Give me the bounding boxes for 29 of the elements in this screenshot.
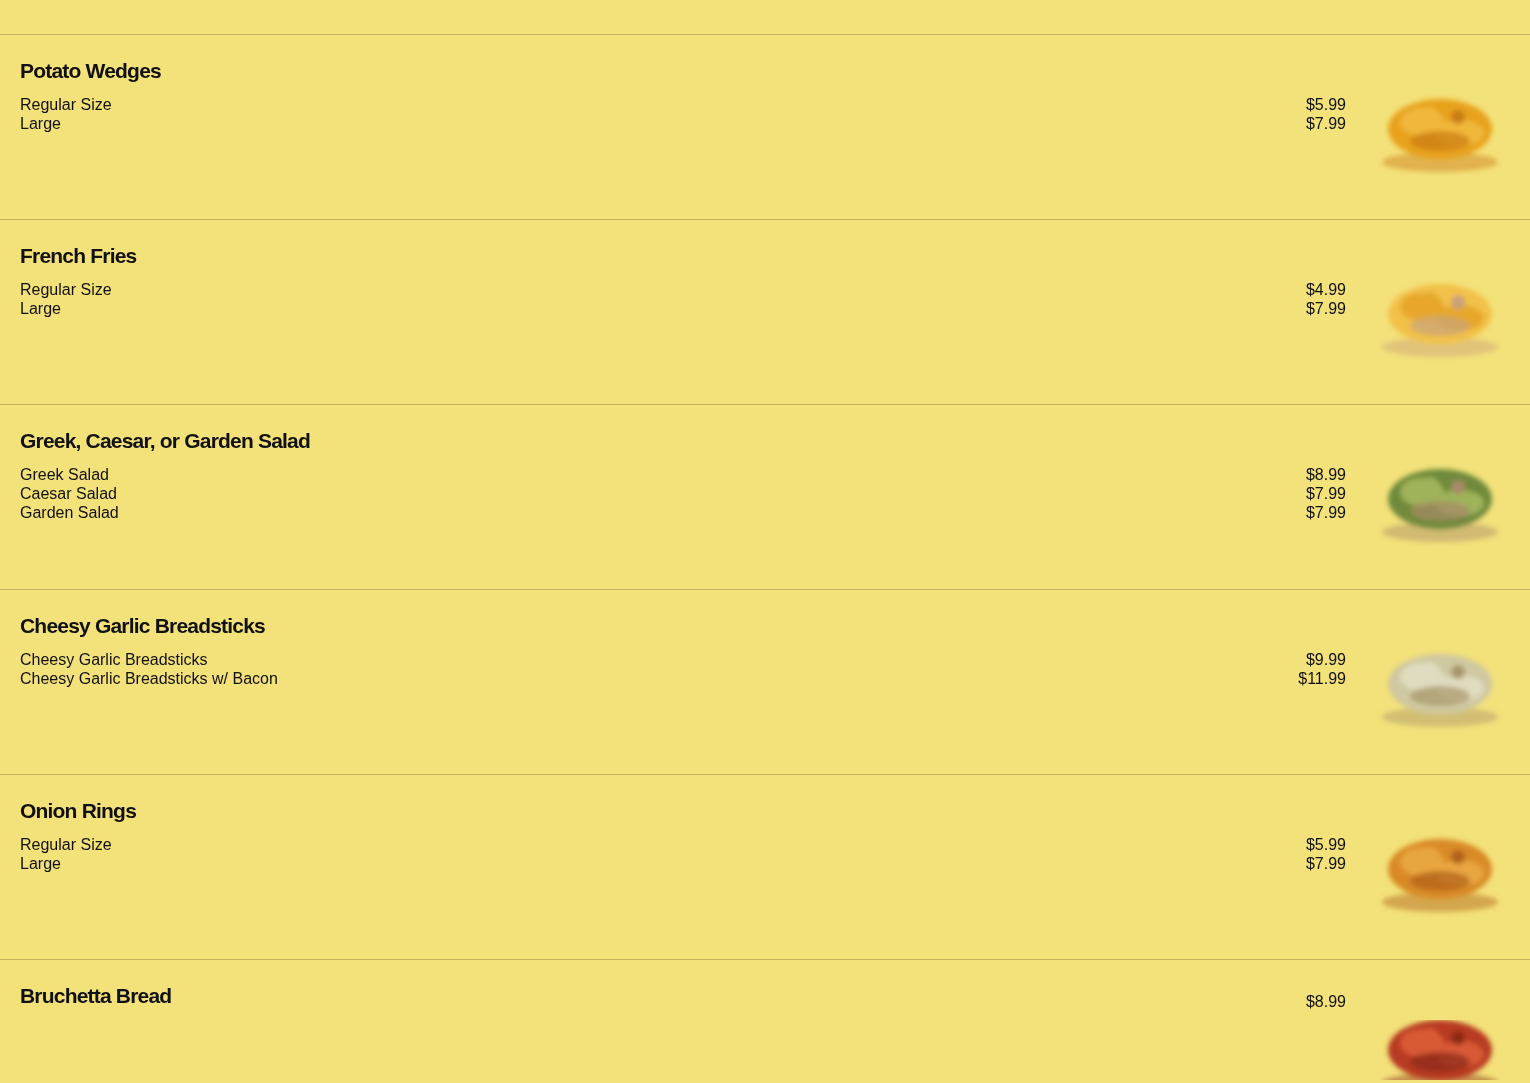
item-price: $7.99 bbox=[1305, 854, 1346, 873]
section-title: French Fries bbox=[20, 244, 137, 268]
section-title: Onion Rings bbox=[20, 799, 137, 823]
item-name: Greek Salad bbox=[20, 465, 109, 484]
item-price: $5.99 bbox=[1305, 95, 1346, 114]
item-price: $7.99 bbox=[1305, 503, 1346, 522]
section-title: Potato Wedges bbox=[20, 59, 161, 83]
item-price: $8.99 bbox=[1305, 465, 1346, 484]
item-price: $7.99 bbox=[1305, 114, 1346, 133]
item-name: Cheesy Garlic Breadsticks w/ Bacon bbox=[20, 669, 278, 688]
section-title: Bruchetta Bread bbox=[20, 984, 172, 1008]
item-price: $5.99 bbox=[1305, 835, 1346, 854]
section-title: Cheesy Garlic Breadsticks bbox=[20, 614, 265, 638]
item-name: Caesar Salad bbox=[20, 484, 117, 503]
item-price: $9.99 bbox=[1305, 650, 1346, 669]
item-name: Regular Size bbox=[20, 835, 112, 854]
section-title: Greek, Caesar, or Garden Salad bbox=[20, 429, 310, 453]
item-name: Regular Size bbox=[20, 280, 112, 299]
item-name: Garden Salad bbox=[20, 503, 119, 522]
item-price: $8.99 bbox=[1305, 992, 1346, 1011]
item-price: $11.99 bbox=[1298, 669, 1346, 688]
item-price: $4.99 bbox=[1305, 280, 1346, 299]
item-name: Regular Size bbox=[20, 95, 112, 114]
item-name: Large bbox=[20, 854, 61, 873]
item-price: $7.99 bbox=[1305, 299, 1346, 318]
item-name: Cheesy Garlic Breadsticks bbox=[20, 650, 208, 669]
item-name: Large bbox=[20, 114, 61, 133]
item-price: $7.99 bbox=[1305, 484, 1346, 503]
item-name: Large bbox=[20, 299, 61, 318]
